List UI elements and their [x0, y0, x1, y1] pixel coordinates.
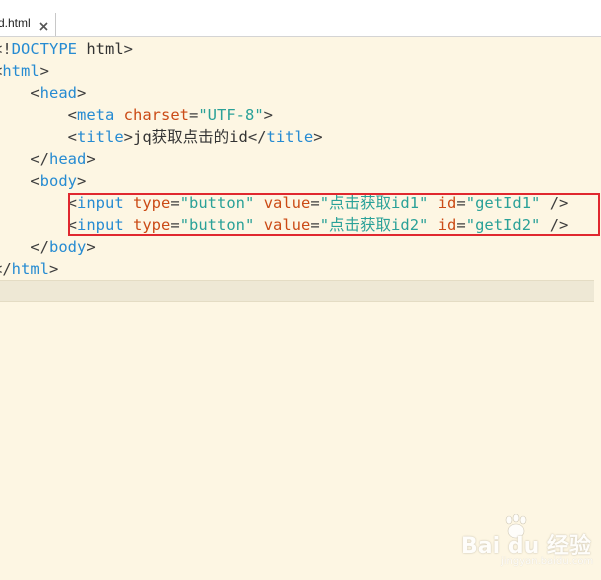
code-token-punc: </ — [0, 260, 12, 278]
code-token-str: "UTF-8" — [198, 106, 264, 124]
code-token-punc: < — [67, 128, 77, 146]
code-token-str: "button" — [179, 216, 255, 234]
code-line[interactable]: <head> — [0, 82, 594, 104]
tab-label: d.html — [0, 16, 31, 30]
code-token-txt: jq获取点击的id — [133, 128, 248, 146]
code-line[interactable]: <meta charset="UTF-8"> — [0, 104, 594, 126]
code-token-str: "点击获取id1" — [319, 194, 429, 212]
code-token-punc: <! — [0, 40, 12, 58]
watermark: Bai du 经验 jingyan.baidu.com — [455, 514, 595, 567]
code-area[interactable]: <!DOCTYPE html><html> <head> <meta chars… — [0, 38, 594, 302]
code-editor[interactable]: d.html <!DOCTYPE html><html> <head> <met… — [0, 0, 601, 580]
code-token-punc: > — [77, 172, 87, 190]
code-token-punc: </ — [30, 150, 49, 168]
code-token-tag: input — [77, 194, 124, 212]
editor-tab-bar: d.html — [0, 0, 601, 37]
tab-file[interactable]: d.html — [0, 13, 56, 36]
code-token-tag: meta — [77, 106, 115, 124]
code-token-str: "getId1" — [465, 194, 541, 212]
code-line[interactable]: </html> — [0, 258, 594, 280]
code-token-punc: > — [77, 84, 87, 102]
code-token-punc: </ — [30, 238, 49, 256]
code-token-punc: < — [30, 84, 40, 102]
code-token-str: "button" — [179, 194, 255, 212]
code-token-attr: type — [133, 216, 171, 234]
code-token-str: "点击获取id2" — [319, 216, 429, 234]
code-token-punc: > — [263, 106, 274, 124]
code-token-punc: = — [456, 194, 466, 212]
code-token-punc: </ — [247, 128, 267, 146]
code-token-punc: = — [456, 216, 466, 234]
code-line[interactable]: <input type="button" value="点击获取id2" id=… — [0, 214, 594, 236]
code-token-tag: title — [266, 128, 314, 146]
code-token-tag: title — [77, 128, 124, 146]
code-token-punc: > — [49, 260, 59, 278]
code-token-attr: value — [263, 216, 311, 234]
code-token-punc: = — [310, 216, 320, 234]
code-token-tag: head — [39, 84, 77, 102]
code-token-punc: > — [123, 128, 134, 146]
code-token-punc: < — [30, 172, 40, 190]
code-token-punc: < — [67, 106, 77, 124]
code-token-attr: id — [437, 194, 457, 212]
code-line[interactable]: <input type="button" value="点击获取id1" id=… — [0, 192, 594, 214]
code-token-tag: html — [11, 260, 49, 278]
code-token-tag: html — [2, 62, 40, 80]
code-token-punc: > — [39, 62, 50, 80]
code-token-punc: = — [170, 194, 180, 212]
code-token-txt: html — [77, 40, 124, 58]
code-token-tag: body — [39, 172, 77, 190]
code-token-punc: = — [189, 106, 199, 124]
code-token-punc: > — [123, 40, 134, 58]
code-token-attr: charset — [123, 106, 189, 124]
code-token-attr: id — [437, 216, 457, 234]
code-token-punc: > — [86, 150, 96, 168]
code-token-punc: /> — [540, 194, 569, 212]
code-line[interactable]: <!DOCTYPE html> — [0, 38, 594, 60]
code-token-tag: DOCTYPE — [11, 40, 77, 58]
code-token-attr: value — [263, 194, 311, 212]
code-token-tag: body — [49, 238, 87, 256]
close-icon[interactable] — [38, 17, 49, 31]
code-token-tag: input — [77, 216, 124, 234]
code-token-punc: = — [310, 194, 320, 212]
code-line[interactable]: <body> — [0, 170, 594, 192]
code-line[interactable]: <title>jq获取点击的id</title> — [0, 126, 594, 148]
code-token-punc: < — [67, 194, 77, 212]
watermark-subtext: jingyan.baidu.com — [501, 556, 594, 567]
code-token-tag: head — [49, 150, 87, 168]
code-token-punc: = — [170, 216, 180, 234]
code-token-attr: type — [133, 194, 171, 212]
code-token-punc: < — [67, 216, 77, 234]
code-token-punc: > — [86, 238, 96, 256]
current-line[interactable] — [0, 280, 594, 302]
code-line[interactable]: </body> — [0, 236, 594, 258]
code-token-punc: /> — [540, 216, 569, 234]
code-line[interactable]: </head> — [0, 148, 594, 170]
code-token-str: "getId2" — [465, 216, 541, 234]
code-token-punc: > — [313, 128, 323, 146]
code-line[interactable]: <html> — [0, 60, 594, 82]
